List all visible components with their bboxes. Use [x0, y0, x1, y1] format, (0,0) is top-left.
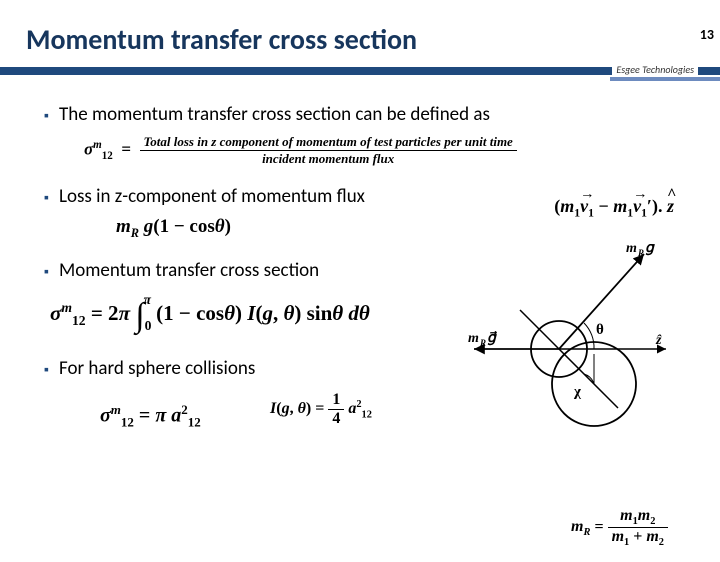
svg-text:m: m — [468, 331, 479, 346]
slide-title: Momentum transfer cross section — [26, 22, 720, 57]
eq-reduced-mass: mR = m1m2 m1 + m2 — [571, 507, 668, 548]
svg-text:g⃗: g⃗ — [487, 331, 498, 346]
brand-logo: Esgee Technologies — [612, 63, 698, 76]
svg-text:R: R — [637, 248, 644, 258]
bullet-1-text: The momentum transfer cross section can … — [59, 103, 490, 126]
svg-text:ẑ: ẑ — [655, 333, 662, 348]
svg-text:χ: χ — [573, 384, 582, 400]
bullet-1: ▪ The momentum transfer cross section ca… — [44, 103, 676, 126]
bullet-3-text: Momentum transfer cross section — [59, 259, 319, 282]
collision-diagram: m R g⃗ m R g⃗ ẑ θ χ — [466, 244, 676, 494]
bullet-icon: ▪ — [44, 263, 49, 280]
bullet-icon: ▪ — [44, 107, 49, 124]
page-number: 13 — [700, 26, 714, 43]
svg-text:g⃗: g⃗ — [645, 244, 656, 256]
svg-text:R: R — [479, 338, 486, 348]
bullet-icon: ▪ — [44, 361, 49, 378]
bullet-4-text: For hard sphere collisions — [59, 357, 255, 380]
eq-loss-rhs: (m1v1 − m1v1′). z — [554, 196, 674, 220]
eq-definition: σm12 = Total loss in z component of mome… — [84, 134, 676, 167]
eq-loss-formula: mR g(1 − cosθ) — [116, 216, 676, 241]
svg-text:m: m — [626, 244, 637, 256]
svg-text:θ: θ — [596, 322, 604, 338]
title-rule: Esgee Technologies — [0, 67, 720, 91]
bullet-2-text: Loss in z-component of momentum flux — [59, 185, 365, 208]
eq-hard-I: I(g, θ) = 14 a212 — [270, 391, 372, 428]
bullet-icon: ▪ — [44, 189, 49, 206]
